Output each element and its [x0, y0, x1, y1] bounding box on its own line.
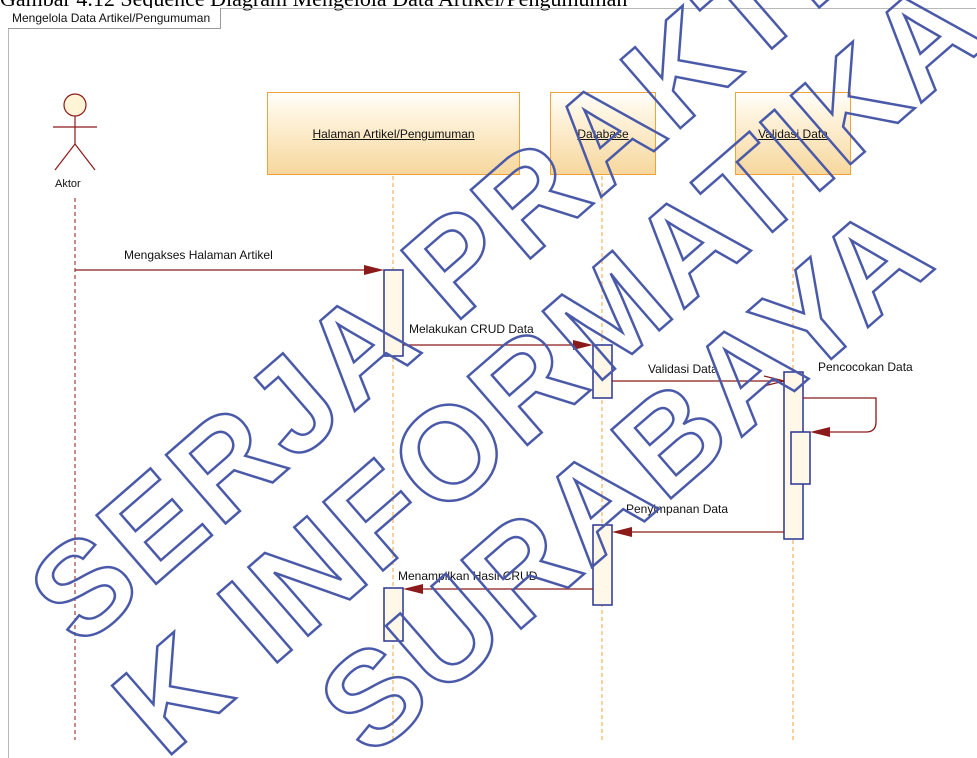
- participant-database-label: Database: [577, 126, 629, 141]
- activation-validasi-2: [790, 431, 811, 485]
- participant-halaman-label: Halaman Artikel/Pengumuman: [312, 126, 475, 141]
- activation-database-1: [592, 344, 613, 399]
- activation-halaman-2: [383, 587, 404, 642]
- participant-database: Database: [550, 92, 656, 175]
- activation-database-2: [592, 524, 613, 606]
- participant-validasi: Validasi Data: [735, 92, 851, 175]
- message-label-2: Melakukan CRUD Data: [409, 322, 534, 336]
- message-arrow-5: [612, 527, 784, 537]
- message-label-1: Mengakses Halaman Artikel: [124, 248, 273, 262]
- actor-label: Aktor: [55, 178, 81, 190]
- message-arrow-2: [403, 340, 593, 350]
- message-label-6: Menampilkan Hasil CRUD: [398, 569, 538, 583]
- message-label-5: Penyimpanan Data: [626, 502, 729, 516]
- participant-validasi-label: Validasi Data: [758, 126, 828, 141]
- message-arrow-4-self: [803, 397, 877, 437]
- activation-halaman-1: [383, 269, 404, 357]
- message-arrow-1: [75, 265, 384, 275]
- message-arrow-3: [612, 375, 785, 387]
- message-label-4: Pencocokan Data: [818, 360, 913, 374]
- participant-halaman: Halaman Artikel/Pengumuman: [267, 92, 520, 175]
- actor-icon: [53, 93, 97, 171]
- message-label-3: Validasi Data: [648, 362, 718, 376]
- message-arrow-6: [403, 584, 593, 594]
